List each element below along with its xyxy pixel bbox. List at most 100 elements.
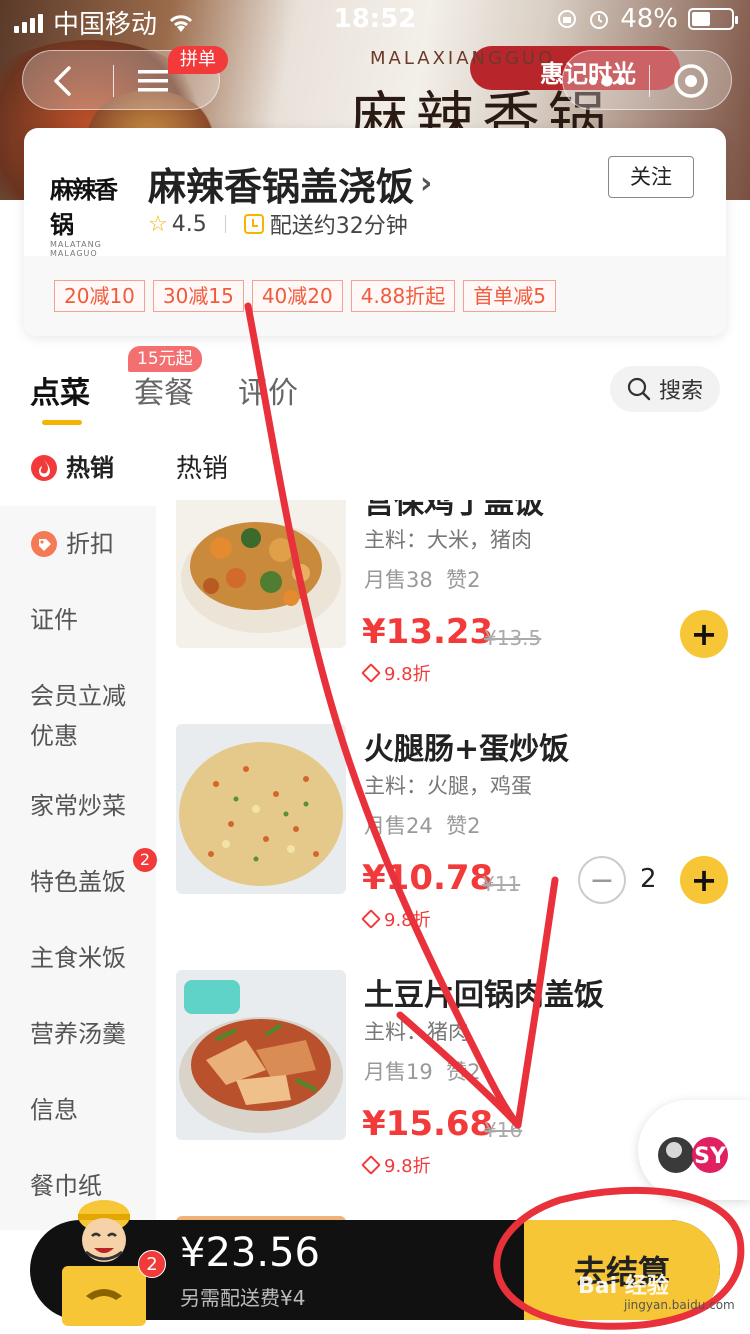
- sidebar-item-soup[interactable]: 营养汤羹: [0, 1014, 156, 1054]
- nav-divider: [649, 65, 650, 97]
- sidebar-item-staple[interactable]: 主食米饭: [0, 938, 156, 978]
- more-button[interactable]: [567, 51, 647, 111]
- dish-monthly-sales: 月售38: [364, 568, 433, 592]
- dish-original-price: ¥13.5: [484, 626, 542, 650]
- remove-from-cart-button[interactable]: −: [578, 856, 626, 904]
- dish-likes: 赞2: [446, 1060, 481, 1084]
- tab-active-indicator: [42, 420, 82, 425]
- dish-discount: 9.8折: [361, 660, 431, 686]
- sidebar-item-discount[interactable]: 折扣: [0, 524, 156, 564]
- dish-name: 火腿肠+蛋炒饭: [364, 732, 570, 767]
- dish-monthly-sales: 月售19: [364, 1060, 433, 1084]
- dish-discount: 9.8折: [361, 906, 431, 932]
- cart-count-badge: 2: [138, 1250, 166, 1278]
- back-arrow-icon: [54, 66, 71, 96]
- dish-image[interactable]: [176, 500, 346, 648]
- dish-discount: 9.8折: [361, 1152, 431, 1178]
- dish-discount-label: 9.8折: [384, 664, 431, 685]
- banner-subtitle: MALAXIANGGUO: [370, 48, 556, 69]
- dish-ingredients: 主料：火腿，鸡蛋: [364, 774, 532, 798]
- rotation-lock-icon: [558, 10, 577, 28]
- promo-tag: 30减15: [152, 280, 244, 312]
- tab-combo[interactable]: 套餐: [134, 368, 194, 412]
- dish-discount-label: 9.8折: [384, 1156, 431, 1177]
- shop-name: 麻辣香锅盖浇饭: [148, 165, 415, 209]
- promo-tag: 4.88折起: [350, 280, 456, 312]
- sidebar-item-special-rice[interactable]: 特色盖饭: [0, 862, 156, 902]
- dish-sales: 月售19 赞2: [364, 1056, 480, 1086]
- app-root: MALAXIANGGUO 惠记时光 麻辣香锅 中国移动 18:52 48% 拼单: [0, 0, 750, 1334]
- dish-image[interactable]: [176, 724, 346, 894]
- shop-logo: 麻辣香锅 MALATANG MALAGUO: [50, 170, 134, 258]
- category-sidebar: 热销 折扣 证件 会员立减优惠 家常炒菜 特色盖饭 2 主食米饭 营养汤羹 信息…: [0, 430, 157, 1230]
- minus-icon: −: [589, 862, 615, 898]
- promo-tag: 首单减5: [463, 280, 556, 312]
- follow-button[interactable]: 关注: [608, 156, 694, 198]
- shop-name-link[interactable]: 麻辣香锅盖浇饭 ›: [148, 156, 432, 211]
- kungpao-chicken-image: [176, 500, 346, 648]
- watermark-url: jingyan.baidu.com: [624, 1298, 735, 1312]
- sidebar-item-certificate[interactable]: 证件: [0, 600, 156, 640]
- watermark-text: Bai 经验: [578, 1274, 669, 1299]
- dish-sales: 月售24 赞2: [364, 810, 480, 840]
- discount-tag-icon: [31, 531, 57, 557]
- dish-ingredients: 主料：猪肉: [364, 1020, 469, 1044]
- fried-rice-image: [176, 724, 346, 894]
- dish-original-price: ¥11: [482, 872, 521, 896]
- discount-tag-icon: [361, 663, 381, 683]
- discount-tag-icon: [361, 909, 381, 929]
- target-circle-icon: [674, 64, 708, 98]
- dish-monthly-sales: 月售24: [364, 814, 433, 838]
- nav-right-pill: [562, 50, 732, 110]
- sidebar-item-label: 折扣: [66, 530, 114, 558]
- promo-tags: 20减10 30减15 40减20 4.88折起 首单减5: [24, 256, 726, 336]
- alarm-icon: [590, 11, 609, 29]
- dish-sales: 月售38 赞2: [364, 564, 480, 594]
- battery-icon: [688, 8, 738, 30]
- close-miniprogram-button[interactable]: [651, 51, 731, 111]
- plus-icon: +: [690, 615, 718, 653]
- tab-order[interactable]: 点菜: [30, 368, 90, 412]
- tab-reviews[interactable]: 评价: [238, 368, 298, 412]
- meta-divider: [224, 215, 226, 233]
- dish-likes: 赞2: [446, 814, 481, 838]
- hamburger-icon: [138, 70, 168, 92]
- discount-tag-icon: [361, 1155, 381, 1175]
- promo-tag: 20减10: [54, 280, 145, 312]
- shop-rating: 4.5: [171, 211, 207, 237]
- search-label: 搜索: [658, 379, 703, 404]
- group-order-badge[interactable]: 拼单: [168, 46, 228, 74]
- menu-section-title: 热销: [176, 454, 229, 484]
- floating-avatar-bubble[interactable]: SY: [638, 1100, 750, 1200]
- sidebar-item-label: 热销: [66, 454, 114, 482]
- status-bar: 中国移动 18:52 48%: [0, 0, 750, 40]
- add-to-cart-button[interactable]: +: [680, 610, 728, 658]
- sidebar-item-home-dishes[interactable]: 家常炒菜: [0, 786, 156, 826]
- dish-name: 土豆片回锅肉盖饭: [364, 978, 604, 1013]
- star-icon: ☆: [148, 211, 168, 237]
- search-icon: [627, 377, 651, 401]
- twice-cooked-pork-image: [176, 970, 346, 1140]
- battery-percent: 48%: [620, 4, 678, 34]
- flame-icon: [31, 455, 57, 481]
- dish-ingredients: 主料：大米，猪肉: [364, 528, 532, 552]
- delivery-fee-note: 另需配送费¥4: [180, 1286, 306, 1310]
- search-button[interactable]: 搜索: [610, 366, 720, 412]
- dish-price: ¥13.23: [362, 612, 494, 652]
- combo-price-badge: 15元起: [128, 346, 202, 372]
- shop-info-card: 麻辣香锅 MALATANG MALAGUO 麻辣香锅盖浇饭 › ☆ 4.5 配送…: [24, 128, 726, 336]
- sidebar-item-info[interactable]: 信息: [0, 1090, 156, 1130]
- delivery-time: 配送约32分钟: [269, 214, 408, 239]
- dish-discount-label: 9.8折: [384, 910, 431, 931]
- dish-image[interactable]: [176, 970, 346, 1140]
- dish-price: ¥15.68: [362, 1104, 494, 1144]
- dish-name: 宫保鸡丁盖饭: [364, 500, 544, 521]
- shop-meta: ☆ 4.5 配送约32分钟: [148, 208, 408, 240]
- sidebar-item-member[interactable]: 会员立减优惠: [0, 676, 140, 756]
- dish-likes: 赞2: [446, 568, 481, 592]
- back-button[interactable]: [23, 51, 103, 111]
- sidebar-item-hot[interactable]: 热销: [0, 430, 156, 506]
- dish-quantity: 2: [640, 864, 657, 894]
- add-to-cart-button[interactable]: +: [680, 856, 728, 904]
- dish-price: ¥10.78: [362, 858, 494, 898]
